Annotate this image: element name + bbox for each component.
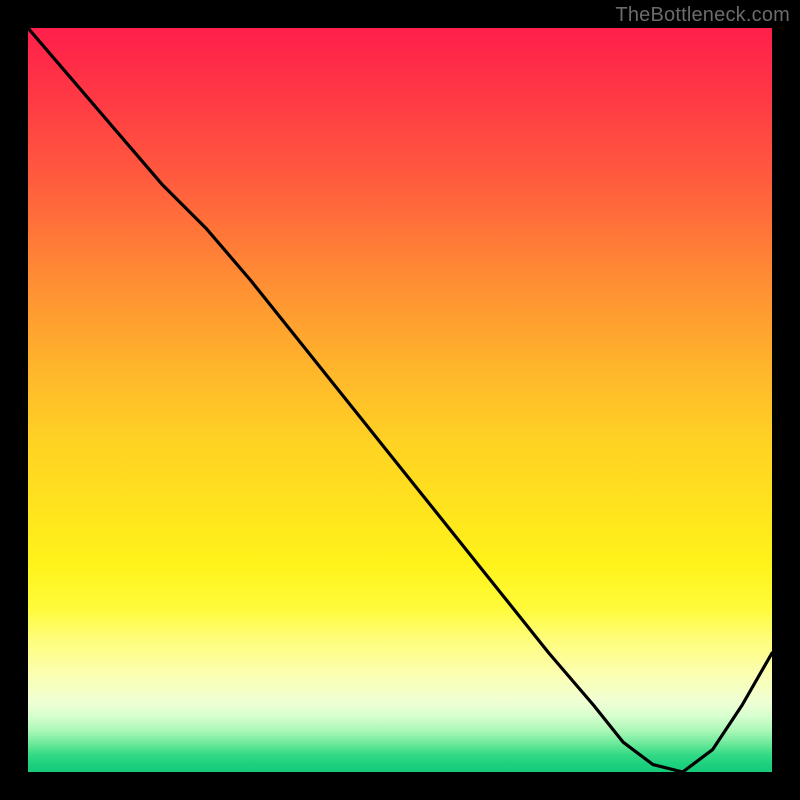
bottleneck-curve: [28, 28, 772, 772]
plot-frame: [28, 28, 772, 772]
chart-stage: TheBottleneck.com: [0, 0, 800, 800]
watermark-text: TheBottleneck.com: [615, 4, 790, 27]
